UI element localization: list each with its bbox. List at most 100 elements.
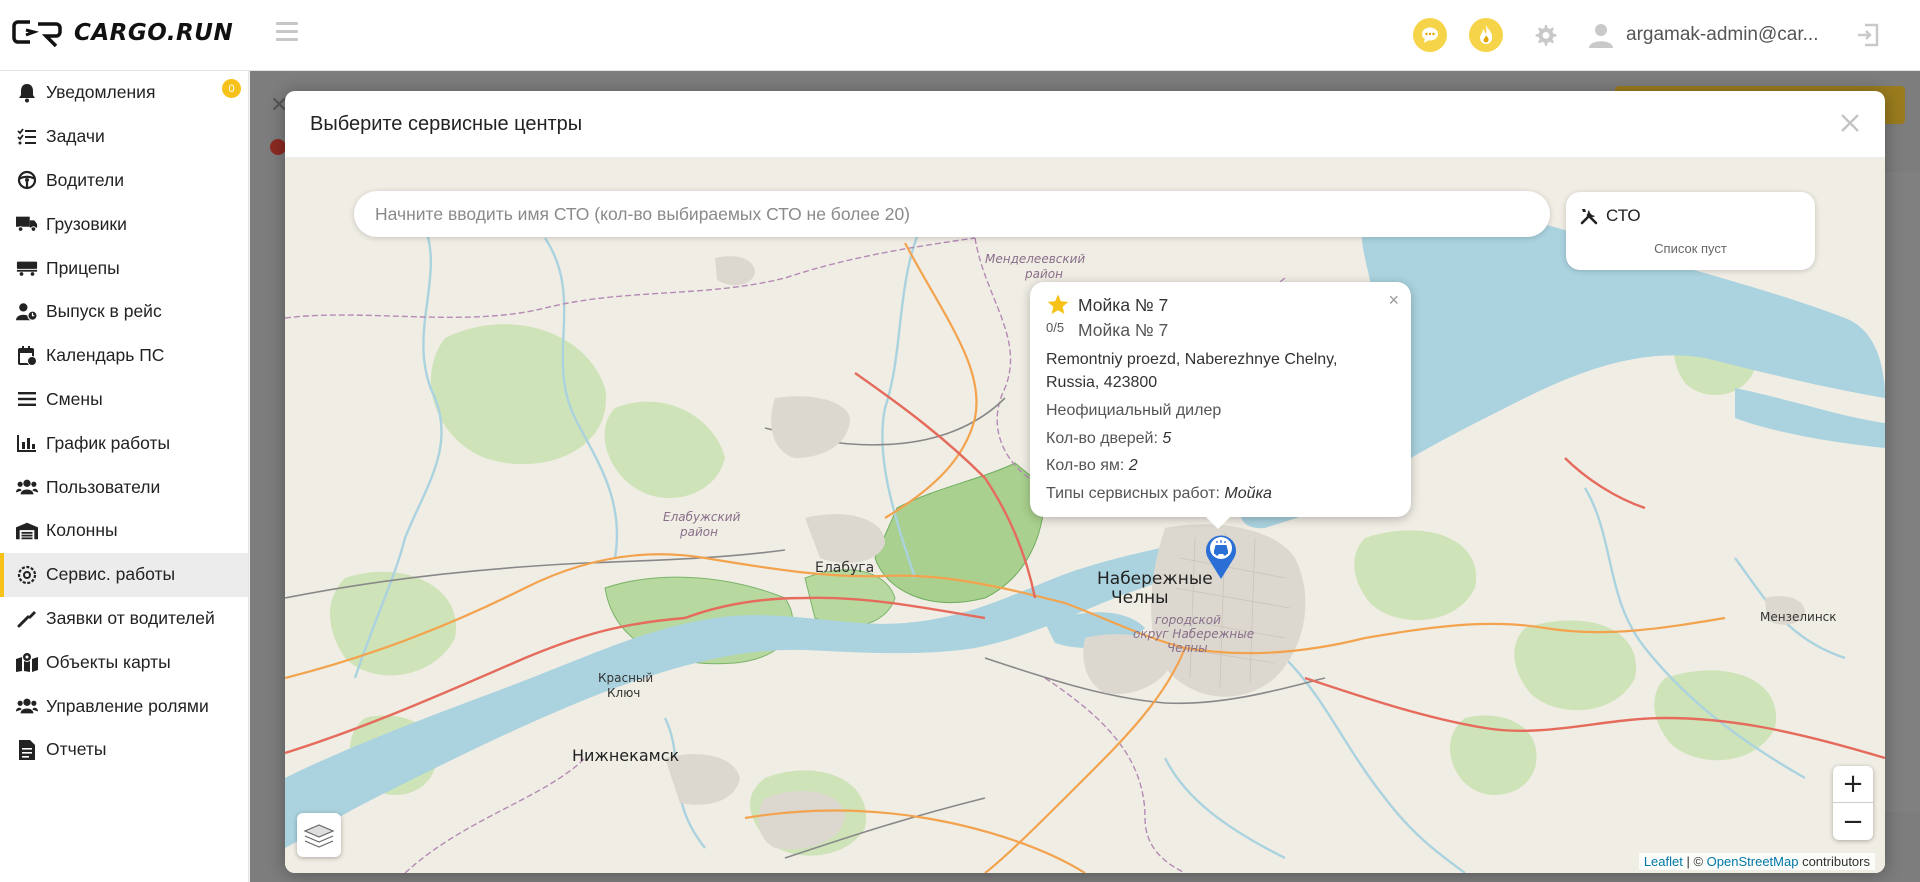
dealer-status: Неофициальный дилер <box>1046 402 1222 419</box>
cog-icon <box>16 564 38 586</box>
sidebar-item-label: Отчеты <box>46 739 107 760</box>
sto-panel-title: СТО <box>1606 206 1641 225</box>
sidebar-item-trailers[interactable]: Прицепы <box>0 246 248 290</box>
sidebar-item-drivers[interactable]: Водители <box>0 159 248 203</box>
star-icon[interactable] <box>1046 293 1070 317</box>
fire-icon[interactable] <box>1469 18 1503 52</box>
sidebar-item-work-schedule[interactable]: График работы <box>0 421 248 465</box>
gear-icon[interactable] <box>1528 18 1562 52</box>
layers-control[interactable] <box>297 813 341 857</box>
menu-toggle-icon[interactable] <box>276 22 298 44</box>
sidebar-item-role-management[interactable]: Управление ролями <box>0 684 248 728</box>
list-icon <box>16 388 38 410</box>
truck-icon <box>16 213 38 235</box>
map-label: район <box>1025 267 1063 281</box>
leaflet-link[interactable]: Leaflet <box>1644 854 1683 869</box>
zoom-control: + − <box>1833 766 1873 840</box>
user-icon[interactable] <box>1588 22 1614 48</box>
zoom-out-button[interactable]: − <box>1833 803 1873 840</box>
car-wash-marker-icon[interactable] <box>1204 532 1238 580</box>
sto-search-input[interactable] <box>354 191 1550 237</box>
work-types-row: Типы сервисных работ: Мойка <box>1046 485 1272 503</box>
username[interactable]: argamak-admin@car... <box>1626 24 1818 46</box>
chat-icon[interactable] <box>1413 18 1447 52</box>
map[interactable]: Менделеевский район Елабужский район Ела… <box>285 158 1885 873</box>
logo-text: CARGO.RUN <box>74 20 234 46</box>
sto-empty-text: Список пуст <box>1654 241 1727 256</box>
service-center-popup: × 0/5 Мойка № 7 Мойка № 7 Remontniy proe… <box>1030 282 1411 529</box>
sidebar-item-trip-release[interactable]: Выпуск в рейс <box>0 290 248 334</box>
sidebar-item-label: График работы <box>46 432 171 453</box>
sidebar-item-label: Прицепы <box>46 257 120 278</box>
sidebar-item-shifts[interactable]: Смены <box>0 378 248 422</box>
sidebar-item-reports[interactable]: Отчеты <box>0 728 248 772</box>
doors-row: Кол-во дверей: 5 <box>1046 430 1171 448</box>
rating: 0/5 <box>1046 320 1065 335</box>
service-center-address: Remontniy proezd, Naberezhnye Chelny, Ru… <box>1046 351 1338 391</box>
attribution-separator: | © <box>1682 854 1707 869</box>
sidebar-item-notifications[interactable]: Уведомления 0 <box>0 71 248 115</box>
map-label: Красный <box>598 671 654 685</box>
sidebar-item-calendar[interactable]: Календарь ПС <box>0 334 248 378</box>
pits-value: 2 <box>1128 457 1138 474</box>
sidebar-item-label: Календарь ПС <box>46 345 165 366</box>
service-center-subname: Мойка № 7 <box>1078 320 1169 340</box>
sidebar-item-label: Водители <box>46 169 124 190</box>
map-label: Нижнекамск <box>572 746 680 765</box>
map-label: Набережные <box>1097 569 1213 589</box>
users-cog-icon <box>16 695 38 717</box>
sidebar-item-map-objects[interactable]: Объекты карты <box>0 640 248 684</box>
sidebar-item-driver-requests[interactable]: Заявки от водителей <box>0 597 248 641</box>
map-attribution: Leaflet | © OpenStreetMap contributors <box>1638 853 1875 870</box>
layers-icon <box>303 824 335 848</box>
sidebar-item-label: Смены <box>46 388 103 409</box>
map-label: Елабужский <box>663 510 741 524</box>
sidebar-item-label: Выпуск в рейс <box>46 301 162 322</box>
sidebar-item-service-works[interactable]: Сервис. работы <box>0 552 248 597</box>
sidebar-item-label: Заявки от водителей <box>46 607 215 628</box>
tasks-icon <box>16 126 38 148</box>
steering-wheel-icon <box>16 169 38 191</box>
map-label: Менделеевский <box>985 252 1086 266</box>
selected-sto-panel: СТО Список пуст <box>1566 192 1815 270</box>
sidebar-item-label: Грузовики <box>46 213 127 234</box>
popup-close-icon[interactable]: × <box>1388 290 1399 311</box>
pits-label: Кол-во ям: <box>1046 457 1125 474</box>
sidebar-item-label: Колонны <box>46 520 118 541</box>
logo-mark-icon <box>12 20 62 48</box>
zoom-in-button[interactable]: + <box>1833 766 1873 803</box>
chart-icon <box>16 432 38 454</box>
doors-value: 5 <box>1162 430 1172 447</box>
map-label: Челны <box>1111 588 1169 608</box>
calendar-icon <box>16 345 38 367</box>
attribution-contributors: contributors <box>1798 854 1870 869</box>
sidebar-item-label: Задачи <box>46 126 105 147</box>
service-center-name: Мойка № 7 <box>1078 295 1169 315</box>
sidebar-item-tasks[interactable]: Задачи <box>0 115 248 159</box>
sidebar-item-columns[interactable]: Колонны <box>0 509 248 553</box>
work-types-label: Типы сервисных работ: <box>1046 485 1220 502</box>
map-label: Ключ <box>607 686 641 700</box>
bell-icon <box>16 82 38 104</box>
map-label: Мензелинск <box>1760 610 1837 624</box>
modal-header: Выберите сервисные центры <box>285 91 1885 158</box>
logo[interactable]: CARGO.RUN <box>12 16 233 50</box>
sidebar-item-label: Уведомления <box>46 82 156 103</box>
sidebar-item-trucks[interactable]: Грузовики <box>0 202 248 246</box>
sidebar: Уведомления 0 Задачи Водители Грузовики … <box>0 71 249 882</box>
background-panel <box>1880 172 1920 812</box>
map-label: Елабуга <box>815 560 875 576</box>
notification-count-badge: 0 <box>222 79 241 98</box>
sidebar-item-users[interactable]: Пользователи <box>0 465 248 509</box>
map-label: район <box>680 525 718 539</box>
map-label: округ Набережные <box>1133 627 1255 641</box>
sidebar-item-label: Пользователи <box>46 476 161 497</box>
close-icon[interactable] <box>1835 108 1865 138</box>
logout-icon[interactable] <box>1855 22 1881 48</box>
osm-link[interactable]: OpenStreetMap <box>1707 854 1799 869</box>
sto-search <box>354 191 1550 237</box>
doors-label: Кол-во дверей: <box>1046 430 1158 447</box>
service-centers-modal: Выберите сервисные центры Менделеевский … <box>285 91 1885 873</box>
background-status-dot <box>270 139 286 155</box>
map-label: городской <box>1155 613 1221 627</box>
